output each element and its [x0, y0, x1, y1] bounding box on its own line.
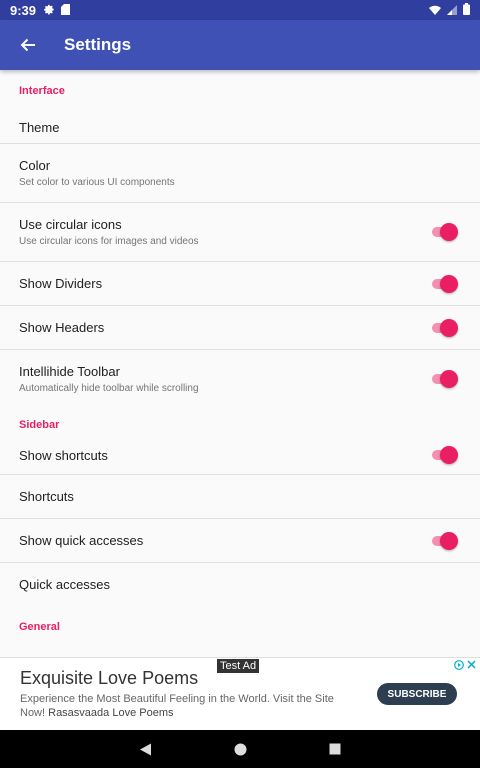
app-bar: Settings: [0, 20, 480, 70]
section-header-interface: Interface: [19, 85, 65, 97]
ad-advertiser: Rasasvaada Love Poems: [48, 707, 174, 719]
status-bar: 9:39: [0, 0, 480, 20]
setting-title: Color: [19, 158, 51, 173]
settings-gear-icon: [44, 3, 55, 18]
show-headers-toggle[interactable]: [430, 318, 458, 338]
setting-summary: Automatically hide toolbar while scrolli…: [19, 383, 199, 394]
section-header-general: General: [19, 621, 60, 633]
ad-subscribe-button[interactable]: SUBSCRIBE: [377, 683, 457, 705]
setting-quick-accesses[interactable]: Quick accesses: [0, 563, 480, 606]
back-button[interactable]: [0, 20, 56, 70]
ad-choices-icon: [454, 660, 464, 670]
settings-list: Interface Theme Color Set color to vario…: [0, 70, 480, 658]
battery-icon: [463, 2, 470, 18]
square-recents-icon: [329, 743, 341, 755]
sd-card-icon: [61, 3, 71, 18]
section-header-sidebar: Sidebar: [19, 419, 60, 431]
show-quick-accesses-toggle[interactable]: [430, 531, 458, 551]
setting-summary: Set color to various UI components: [19, 177, 175, 188]
setting-title: Shortcuts: [19, 489, 74, 504]
setting-color[interactable]: Color Set color to various UI components: [0, 144, 480, 202]
setting-title: Show shortcuts: [19, 447, 108, 463]
nav-home-button[interactable]: [234, 743, 247, 756]
setting-shortcuts[interactable]: Shortcuts: [0, 475, 480, 518]
setting-show-headers[interactable]: Show Headers: [0, 306, 480, 349]
status-time: 9:39: [10, 2, 37, 18]
setting-theme[interactable]: Theme: [0, 112, 480, 142]
system-nav-bar: [0, 730, 480, 768]
setting-use-circular-icons[interactable]: Use circular icons Use circular icons fo…: [0, 203, 480, 261]
setting-summary: Use circular icons for images and videos: [19, 236, 199, 247]
setting-show-dividers[interactable]: Show Dividers: [0, 262, 480, 305]
page-title: Settings: [64, 35, 132, 54]
setting-title: Use circular icons: [19, 217, 122, 232]
nav-back-button[interactable]: [139, 743, 152, 756]
cellular-signal-icon: [447, 3, 457, 18]
setting-show-shortcuts[interactable]: Show shortcuts: [0, 436, 480, 474]
setting-title: Intellihide Toolbar: [19, 364, 120, 379]
circle-home-icon: [234, 743, 247, 755]
intellihide-toolbar-toggle[interactable]: [430, 369, 458, 389]
setting-title: Theme: [19, 119, 60, 135]
setting-title: Show Headers: [19, 320, 105, 335]
arrow-back-icon: [20, 38, 35, 52]
setting-title: Show quick accesses: [19, 533, 144, 548]
setting-title: Quick accesses: [19, 577, 111, 592]
ad-body: Experience the Most Beautiful Feeling in…: [20, 692, 350, 720]
test-ad-label: Test Ad: [217, 659, 260, 673]
circular-icons-toggle[interactable]: [430, 222, 458, 242]
setting-show-quick-accesses[interactable]: Show quick accesses: [0, 519, 480, 562]
triangle-back-icon: [140, 743, 151, 755]
ad-choices-close[interactable]: [454, 660, 476, 670]
show-dividers-toggle[interactable]: [430, 274, 458, 294]
close-icon: [467, 660, 476, 669]
nav-recents-button[interactable]: [329, 743, 341, 755]
ad-headline[interactable]: Exquisite Love Poems: [20, 668, 198, 689]
setting-intellihide-toolbar[interactable]: Intellihide Toolbar Automatically hide t…: [0, 350, 480, 408]
wifi-icon: [429, 3, 441, 18]
show-shortcuts-toggle[interactable]: [430, 445, 458, 465]
setting-title: Show Dividers: [19, 276, 103, 291]
ad-banner[interactable]: Test Ad Exquisite Love Poems Experience …: [0, 657, 480, 730]
